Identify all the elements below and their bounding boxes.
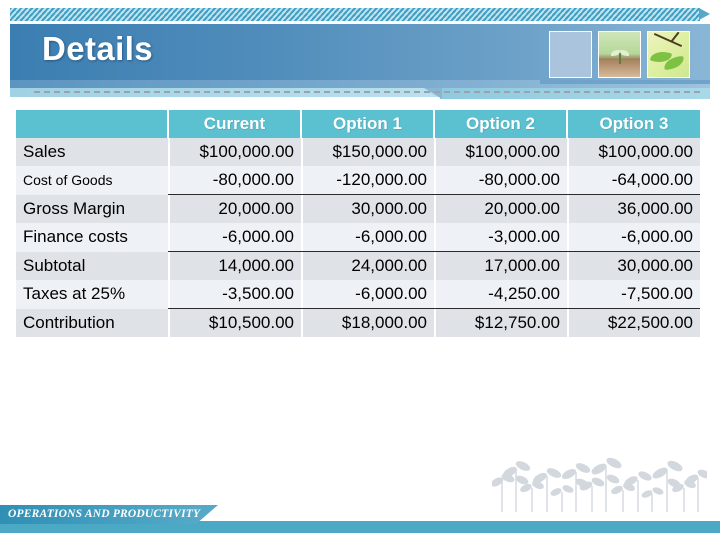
top-striped-bar [10, 8, 700, 21]
table-corner-header [16, 110, 169, 138]
table-cell: -3,500.00 [168, 280, 301, 309]
table-cell: -3,000.00 [434, 223, 567, 252]
table-cell: $22,500.00 [567, 308, 700, 337]
column-header-option-3[interactable]: Option 3 [567, 110, 700, 138]
row-label: Cost of Goods [16, 166, 168, 195]
footer-label: OPERATIONS AND PRODUCTIVITY [8, 508, 201, 520]
table-row: Cost of Goods -80,000.00 -120,000.00 -80,00… [16, 166, 700, 195]
slide-canvas: Details Current Option 1 Option 2 Option… [0, 0, 720, 540]
table-cell: $100,000.00 [434, 138, 567, 166]
table-cell: -64,000.00 [567, 166, 700, 195]
table-cell: -6,000.00 [301, 280, 434, 309]
table-cell: 20,000.00 [434, 194, 567, 223]
table-cell: -6,000.00 [301, 223, 434, 252]
twig-branch-icon [670, 32, 680, 42]
column-header-current[interactable]: Current [168, 110, 302, 138]
header-dashed-divider [34, 91, 700, 93]
table-header-row: Current Option 1 Option 2 Option 3 [16, 110, 700, 138]
row-label: Taxes at 25% [16, 280, 168, 309]
header-light-strip-right [440, 88, 710, 99]
blank-blue-thumbnail [549, 31, 592, 78]
table-cell: -6,000.00 [567, 223, 700, 252]
details-table: Current Option 1 Option 2 Option 3 Sales… [16, 110, 700, 337]
table-cell: 17,000.00 [434, 251, 567, 280]
sprout-leaf-right-icon [619, 49, 629, 56]
header-banner-step [540, 80, 710, 84]
table-cell: -80,000.00 [434, 166, 567, 195]
table-cell: 30,000.00 [301, 194, 434, 223]
table-cell: $100,000.00 [168, 138, 301, 166]
table-row: Subtotal 14,000.00 24,000.00 17,000.00 30,00… [16, 251, 700, 280]
seedlings-watermark-graphic [490, 452, 711, 514]
column-header-option-2[interactable]: Option 2 [434, 110, 568, 138]
row-label: Sales [16, 138, 168, 166]
table-cell: -80,000.00 [168, 166, 301, 195]
table-body: Sales $100,000.00 $150,000.00 $100,000.00 $1… [16, 138, 700, 337]
table-row: Sales $100,000.00 $150,000.00 $100,000.00 $1… [16, 138, 700, 166]
green-leaves-twig-thumbnail [647, 31, 690, 78]
row-label: Finance costs [16, 223, 168, 252]
table-cell: $100,000.00 [567, 138, 700, 166]
table-row: Taxes at 25% -3,500.00 -6,000.00 -4,250.00-… [16, 280, 700, 309]
row-label: Subtotal [16, 251, 168, 280]
table-row: Gross Margin 20,000.00 30,000.00 20,000.00 3… [16, 194, 700, 223]
top-striped-bar-arrow-tip [699, 8, 710, 20]
seedlings-svg [490, 457, 711, 512]
table-cell: 20,000.00 [168, 194, 301, 223]
page-title: Details [42, 30, 154, 67]
header-banner-notch [424, 88, 442, 99]
table-cell: 14,000.00 [168, 251, 301, 280]
table-row: Finance costs -6,000.00 -6,000.00 -3,000.00… [16, 223, 700, 252]
row-label: Gross Margin [16, 194, 168, 223]
table-cell: $10,500.00 [168, 308, 301, 337]
table-cell: -4,250.00 [434, 280, 567, 309]
table-cell: $150,000.00 [301, 138, 434, 166]
footer-white-strip [0, 533, 720, 540]
table-cell: $12,750.00 [434, 308, 567, 337]
table-cell: -120,000.00 [301, 166, 434, 195]
table-cell: 36,000.00 [567, 194, 700, 223]
table-cell: 24,000.00 [301, 251, 434, 280]
table-cell: -6,000.00 [168, 223, 301, 252]
table-header: Current Option 1 Option 2 Option 3 [16, 110, 700, 138]
table-cell: $18,000.00 [301, 308, 434, 337]
details-table-container: Current Option 1 Option 2 Option 3 Sales… [16, 110, 700, 337]
twig-icon [653, 33, 683, 48]
seedling-in-soil-thumbnail [598, 31, 641, 78]
table-cell: -7,500.00 [567, 280, 700, 309]
column-header-option-1[interactable]: Option 1 [301, 110, 435, 138]
header-thumbnail-strip [549, 31, 690, 78]
row-label: Contribution [16, 308, 168, 337]
table-row: Contribution $10,500.00 $18,000.00 $12,750.… [16, 308, 700, 337]
table-cell: 30,000.00 [567, 251, 700, 280]
